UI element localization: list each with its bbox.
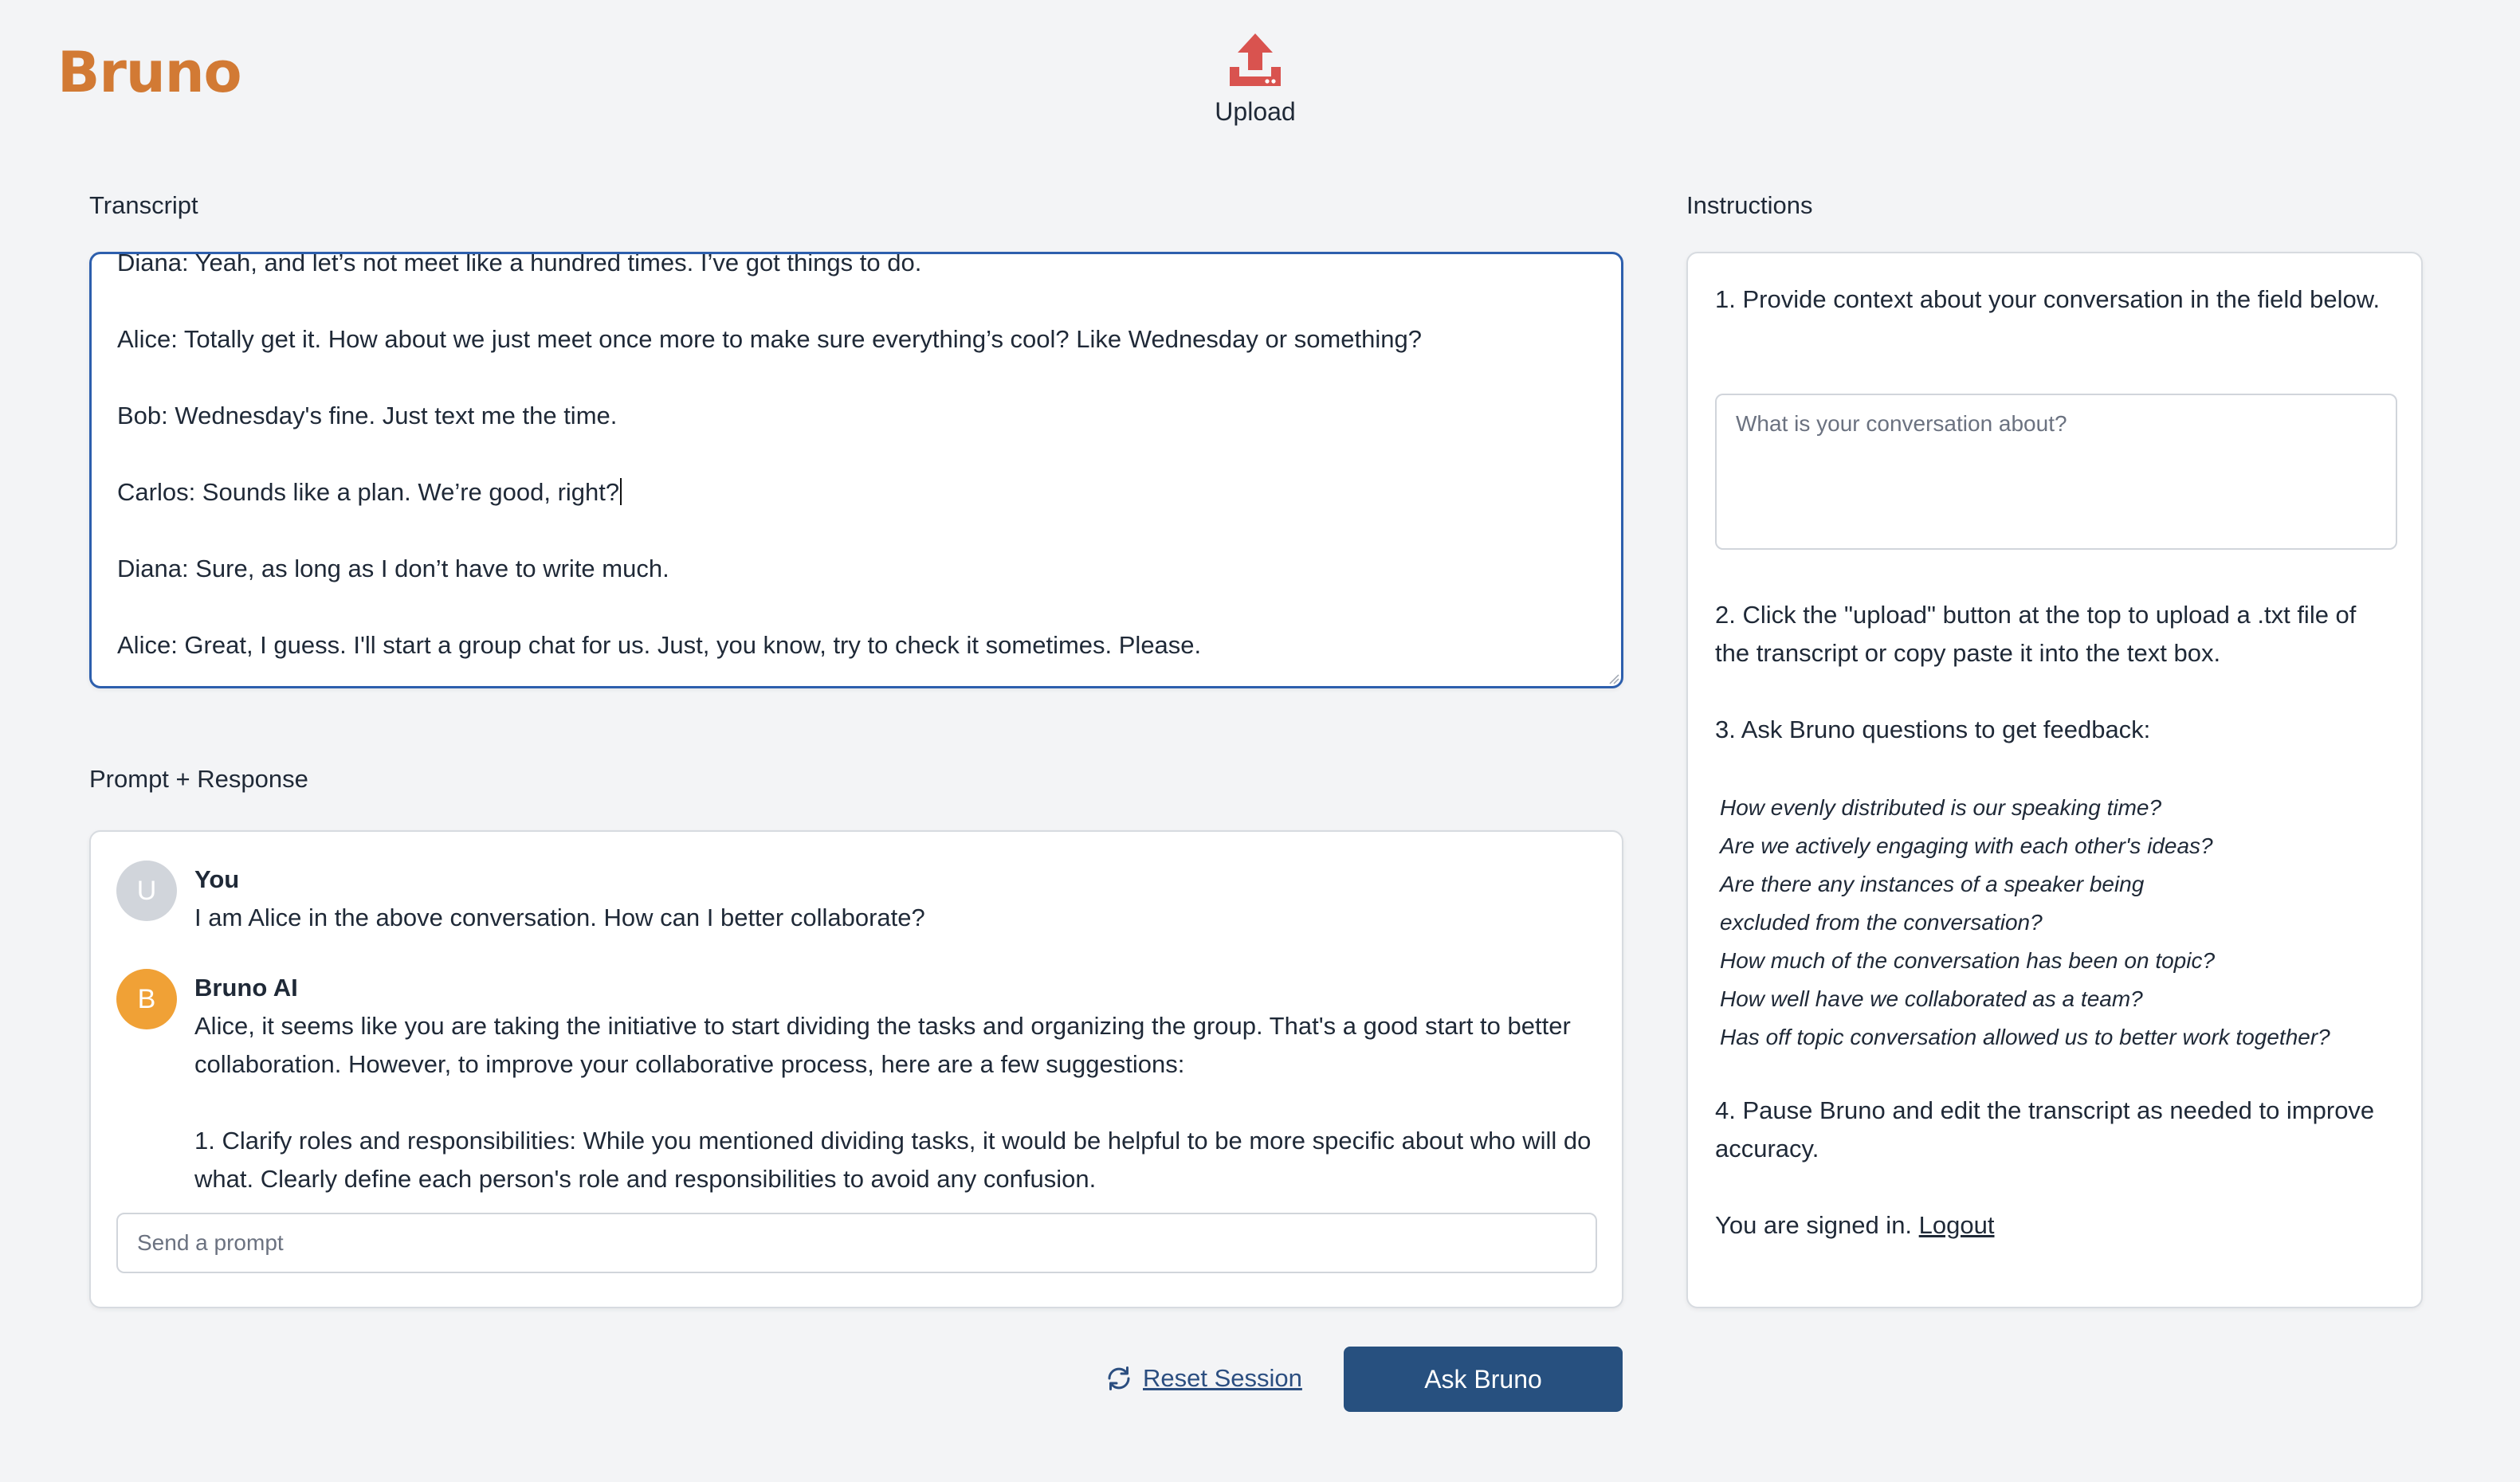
context-input[interactable] xyxy=(1715,394,2397,550)
question-item: excluded from the conversation? xyxy=(1720,910,2043,935)
transcript-line: Carlos: Sounds like a plan. We’re good, … xyxy=(117,478,620,506)
logout-link[interactable]: Logout xyxy=(1919,1211,1995,1239)
message-author: Bruno AI xyxy=(194,974,298,1002)
resize-handle-icon[interactable] xyxy=(1607,672,1619,684)
transcript-line-with-caret: Carlos: Sounds like a plan. We’re good, … xyxy=(117,473,1597,512)
question-item: How evenly distributed is our speaking t… xyxy=(1720,795,2162,820)
upload-button[interactable]: Upload xyxy=(1187,32,1323,127)
instruction-step-4: 4. Pause Bruno and edit the transcript a… xyxy=(1715,1096,2375,1162)
transcript-textarea[interactable]: Diana: Yeah, and let’s not meet like a h… xyxy=(89,252,1623,688)
question-item: How much of the conversation has been on… xyxy=(1720,948,2216,973)
transcript-label: Transcript xyxy=(89,191,198,219)
upload-icon xyxy=(1230,33,1281,86)
chat-panel: U You I am Alice in the above conversati… xyxy=(89,830,1623,1308)
message-text: 1. Clarify roles and responsibilities: W… xyxy=(194,1127,1592,1193)
ai-avatar: B xyxy=(116,969,177,1029)
message-author: You xyxy=(194,865,240,893)
transcript-line: Diana: Yeah, and let’s not meet like a h… xyxy=(117,252,922,276)
reset-session-button[interactable]: Reset Session xyxy=(1105,1364,1302,1393)
instruction-step-3: 3. Ask Bruno questions to get feedback: xyxy=(1715,716,2151,743)
message-text: Alice, it seems like you are taking the … xyxy=(194,1012,1571,1078)
transcript-content: Diana: Yeah, and let’s not meet like a h… xyxy=(117,252,1597,686)
transcript-line: Alice: Great, I guess. I'll start a grou… xyxy=(117,631,1202,659)
transcript-line: Bob: Wednesday's fine. Just text me the … xyxy=(117,402,618,429)
message-text: I am Alice in the above conversation. Ho… xyxy=(194,904,925,931)
upload-label: Upload xyxy=(1215,97,1296,126)
prompt-input[interactable] xyxy=(116,1213,1597,1273)
brand-logo: Bruno xyxy=(57,40,242,105)
text-caret xyxy=(620,478,622,505)
transcript-line: Alice: Totally get it. How about we just… xyxy=(117,325,1422,353)
user-message: U You I am Alice in the above conversati… xyxy=(116,861,1593,937)
question-item: Has off topic conversation allowed us to… xyxy=(1720,1025,2330,1049)
instruction-step-2: 2. Click the "upload" button at the top … xyxy=(1715,601,2357,667)
instructions-label: Instructions xyxy=(1686,191,1813,219)
question-item: How well have we collaborated as a team? xyxy=(1720,986,2143,1011)
transcript-line: Diana: Sure, as long as I don’t have to … xyxy=(117,555,669,582)
reset-session-label: Reset Session xyxy=(1143,1364,1302,1392)
sign-in-status: You are signed in. Logout xyxy=(1715,1206,2397,1245)
user-avatar: U xyxy=(116,861,177,921)
refresh-icon xyxy=(1108,1366,1130,1390)
signed-in-text: You are signed in. xyxy=(1715,1211,1913,1239)
question-item: Are we actively engaging with each other… xyxy=(1720,833,2213,858)
question-item: Are there any instances of a speaker bei… xyxy=(1720,872,2145,896)
example-questions: How evenly distributed is our speaking t… xyxy=(1720,789,2405,1057)
instructions-panel: 1. Provide context about your conversati… xyxy=(1686,252,2423,1308)
prompt-response-label: Prompt + Response xyxy=(89,765,308,793)
ask-bruno-button[interactable]: Ask Bruno xyxy=(1344,1347,1623,1412)
instruction-step-1: 1. Provide context about your conversati… xyxy=(1715,285,2381,313)
ai-message: B Bruno AI Alice, it seems like you are … xyxy=(116,969,1593,1198)
